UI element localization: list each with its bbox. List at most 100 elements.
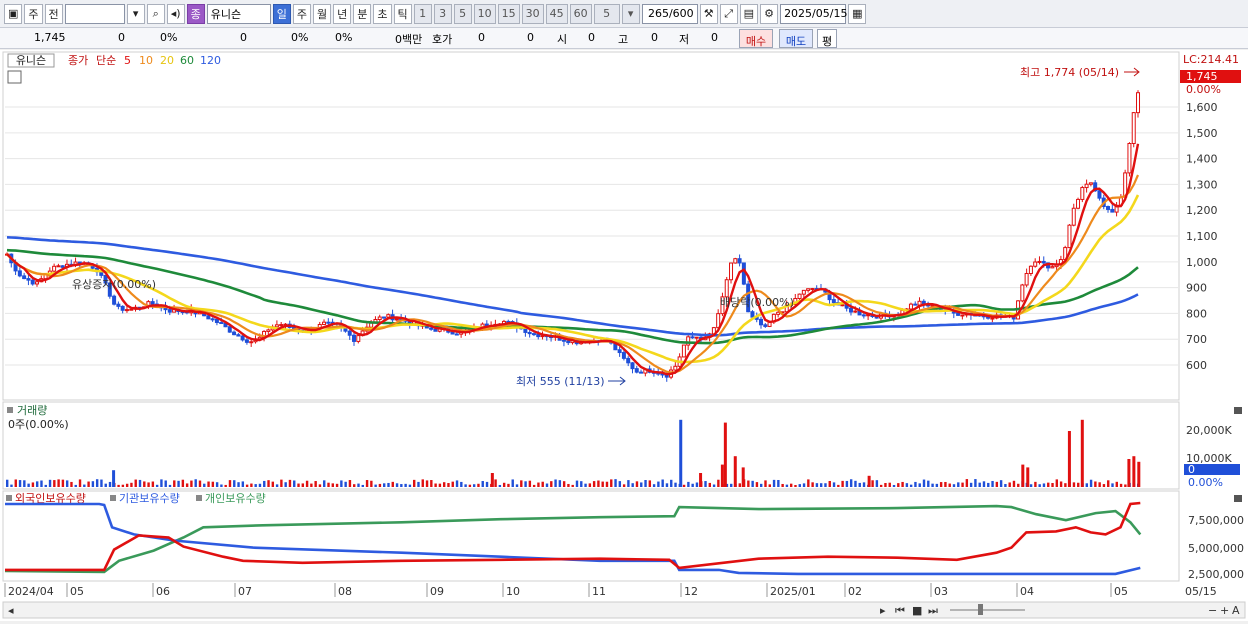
volume-bar	[417, 481, 420, 487]
x-label-3: 07	[238, 585, 252, 598]
volume-bar	[802, 483, 806, 487]
zoom-in-icon: +	[1220, 604, 1229, 617]
volume-bar	[44, 484, 47, 487]
x-label-2: 06	[156, 585, 170, 598]
volume-bar	[879, 484, 883, 487]
holding-tick-7500000: 7,500,000	[1188, 514, 1244, 527]
volume-bar	[1119, 483, 1123, 487]
volume-panel-close-icon[interactable]	[1234, 407, 1242, 414]
prev-button[interactable]: 전	[44, 3, 63, 24]
volume-bar	[425, 480, 429, 487]
buy-button[interactable]: 매수	[739, 29, 773, 48]
date-input[interactable]: 2025/05/15	[780, 3, 847, 24]
rewind-icon: ⏮	[895, 604, 905, 617]
period-second-button[interactable]: 초	[373, 3, 392, 24]
volume-bar	[442, 482, 446, 487]
volume-bar	[271, 481, 275, 487]
candle	[382, 316, 387, 319]
layout-icon[interactable]: ▣	[4, 3, 23, 24]
volume-bar	[995, 481, 999, 487]
stock-code-input[interactable]: 018000	[64, 3, 125, 24]
volume-bar	[807, 479, 810, 487]
search-icon[interactable]: ⌕	[146, 3, 165, 24]
period-month-button[interactable]: 월	[313, 3, 332, 24]
price-y-tick-1500: 1,500	[1186, 127, 1218, 140]
volume-bar	[35, 481, 39, 487]
interval-1-button[interactable]: 1	[413, 3, 432, 24]
period-tick-button[interactable]: 틱	[393, 3, 412, 24]
right-date-label: 05/15	[1185, 585, 1217, 598]
interval-60-button[interactable]: 60	[569, 3, 592, 24]
interval-45-button[interactable]: 45	[545, 3, 568, 24]
scroll-bar[interactable]: ◂ ▸ ⏮ ■ ⏭ − + A	[2, 601, 1246, 619]
interval-dropdown-icon[interactable]: ▾	[621, 3, 640, 24]
period-week-button[interactable]: 주	[292, 3, 312, 24]
interval-15-button[interactable]: 15	[497, 3, 520, 24]
volume-bar	[901, 481, 904, 487]
volume-bar	[284, 482, 287, 487]
volume-bar	[27, 483, 30, 487]
volume-bar	[854, 480, 857, 487]
volume-bar	[888, 482, 891, 487]
volume-bar	[948, 483, 951, 487]
volume-bar	[78, 479, 82, 487]
eval-button[interactable]: 평	[817, 29, 837, 48]
drawing-icon[interactable]: ⤢	[719, 3, 738, 24]
volume-bar	[494, 479, 497, 487]
volume-bar	[614, 479, 617, 487]
stock-name-field[interactable]: 유니슨	[206, 3, 271, 24]
volume-bar	[121, 484, 125, 487]
volume-bar	[23, 480, 26, 487]
period-year-button[interactable]: 년	[333, 3, 352, 24]
candle	[763, 324, 768, 327]
speaker-icon[interactable]: ◂)	[166, 3, 185, 24]
price-title: 유니슨	[16, 54, 46, 67]
volume-bar-peak	[1026, 467, 1030, 487]
period-minute-button[interactable]: 분	[353, 3, 372, 24]
candle	[377, 316, 382, 320]
volume-bar	[961, 482, 964, 487]
quote-price: 1,745	[34, 31, 66, 44]
candle	[1024, 273, 1029, 286]
volume-bar	[53, 480, 56, 487]
volume-bar	[580, 481, 583, 487]
period-select[interactable]: 주	[24, 3, 43, 24]
volume-bar	[1098, 482, 1101, 487]
holding-panel-close-icon[interactable]	[1234, 495, 1242, 502]
stock-chart[interactable]: 유니슨 종가 단순 5 10 20 60 120 6007008009001,0…	[0, 50, 1248, 621]
quote-amount-pct: 0%	[335, 31, 353, 44]
x-label-4: 08	[338, 585, 352, 598]
volume-bar	[168, 484, 172, 487]
candle	[861, 314, 866, 317]
candle	[759, 318, 764, 326]
volume-bar	[233, 480, 236, 487]
volume-bar	[138, 479, 142, 487]
x-label-8: 12	[684, 585, 698, 598]
volume-bar	[348, 480, 352, 487]
quote-bid1: 0	[478, 31, 485, 44]
period-day-button[interactable]: 일	[272, 3, 291, 24]
volume-bar	[61, 479, 65, 487]
save-icon[interactable]: ▤	[739, 3, 759, 24]
volume-bar	[185, 483, 189, 487]
candle	[527, 331, 532, 335]
calendar-icon[interactable]: ▦	[848, 3, 867, 24]
legend-ma5: 5	[124, 54, 131, 67]
count-field[interactable]: 265/600	[641, 3, 698, 24]
volume-bar	[340, 480, 343, 487]
sell-button[interactable]: 매도	[779, 29, 813, 48]
candle	[454, 333, 459, 336]
gear-icon[interactable]: ⚙	[760, 3, 779, 24]
indicator-icon[interactable]: ⚒	[699, 3, 718, 24]
volume-bar-peak	[1021, 464, 1025, 487]
interval-10-button[interactable]: 10	[473, 3, 496, 24]
interval-5-button[interactable]: 5	[453, 3, 472, 24]
dropdown-arrow-icon[interactable]: ▾	[126, 3, 145, 24]
interval-select[interactable]: 5	[593, 3, 620, 24]
volume-bar	[1102, 484, 1106, 487]
interval-30-button[interactable]: 30	[521, 3, 544, 24]
volume-bar	[1042, 483, 1046, 487]
candle	[1127, 142, 1132, 174]
volume-bar	[190, 480, 193, 487]
interval-3-button[interactable]: 3	[433, 3, 452, 24]
